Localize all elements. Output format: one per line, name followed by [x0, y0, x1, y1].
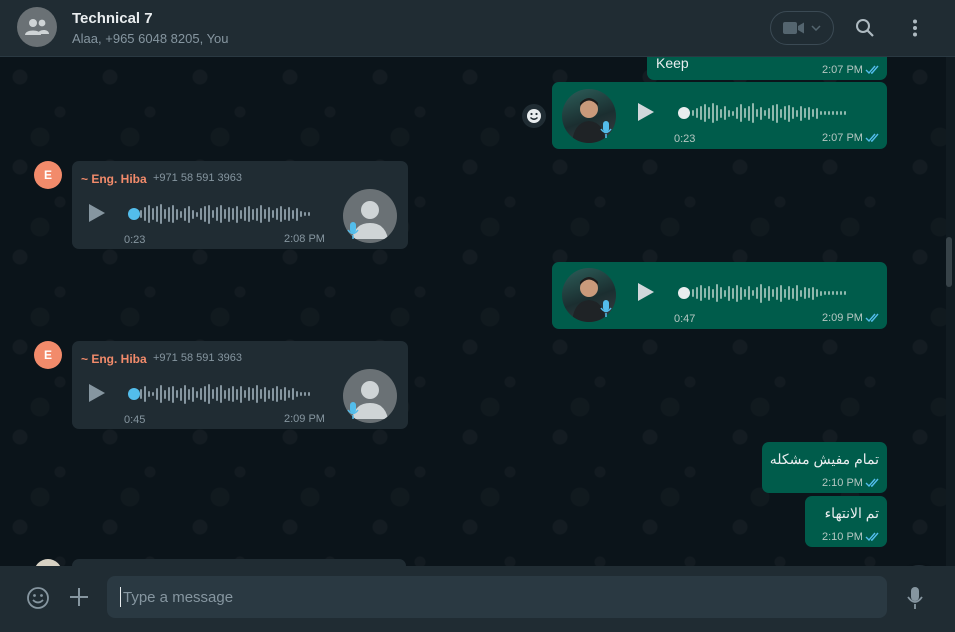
play-icon[interactable] [85, 202, 107, 224]
scrollbar-thumb[interactable] [946, 237, 952, 287]
search-button[interactable] [853, 16, 877, 40]
double-check-icon [865, 313, 879, 323]
menu-icon [913, 19, 917, 37]
chat-title[interactable]: Technical 7 [72, 10, 153, 27]
menu-button[interactable] [903, 16, 927, 40]
message-time: 2:07 PM [822, 132, 863, 144]
mic-icon [347, 222, 359, 239]
message-text: تمام مفيش مشكله [769, 451, 879, 467]
video-call-button[interactable] [770, 11, 834, 45]
playback-position[interactable] [678, 287, 690, 299]
message-time: 2:10 PM [822, 477, 863, 489]
message-input[interactable] [107, 576, 887, 618]
sender-phone: +971 58 591 3963 [153, 172, 243, 184]
playback-position[interactable] [128, 388, 140, 400]
double-check-icon [865, 478, 879, 488]
double-check-icon [865, 65, 879, 75]
message-time: 2:09 PM [822, 312, 863, 324]
waveform[interactable] [140, 202, 310, 226]
waveform[interactable] [692, 281, 846, 305]
play-icon[interactable] [634, 281, 656, 303]
plus-icon [70, 588, 88, 606]
voice-duration: 0:23 [124, 234, 146, 246]
emoji-button[interactable] [25, 585, 51, 611]
sender-phone: +971 58 591 3963 [153, 352, 243, 364]
message-bubble-outgoing[interactable]: Keep 2:07 PM [647, 57, 887, 80]
voice-duration: 0:23 [674, 133, 696, 145]
chat-header: Technical 7 Alaa, +965 6048 8205, You [0, 0, 955, 57]
mic-icon [907, 587, 923, 609]
message-bubble-outgoing[interactable]: تم الانتهاء 2:10 PM [805, 496, 887, 547]
emoji-icon [27, 587, 49, 609]
group-avatar[interactable] [17, 7, 57, 47]
mic-icon [600, 300, 612, 317]
message-time: 2:10 PM [822, 531, 863, 543]
double-check-icon [865, 133, 879, 143]
message-bubble-outgoing[interactable]: تمام مفيش مشكله 2:10 PM [762, 442, 887, 493]
play-icon[interactable] [85, 382, 107, 404]
playback-position[interactable] [128, 208, 140, 220]
group-icon [25, 19, 49, 35]
voice-message-outgoing[interactable]: 0:23 2:07 PM [552, 82, 887, 149]
message-bubble-incoming[interactable] [72, 559, 406, 566]
voice-message-outgoing[interactable]: 0:47 2:09 PM [552, 262, 887, 329]
sender-avatar[interactable] [34, 559, 62, 566]
message-composer [0, 566, 955, 632]
waveform[interactable] [140, 382, 310, 406]
scrollbar[interactable] [946, 57, 955, 566]
message-time: 2:07 PM [822, 64, 863, 76]
chat-participants[interactable]: Alaa, +965 6048 8205, You [72, 31, 229, 46]
playback-position[interactable] [678, 107, 690, 119]
sender-name[interactable]: ~ Eng. Hiba [81, 172, 147, 186]
react-button[interactable] [522, 104, 546, 128]
attach-button[interactable] [67, 585, 91, 609]
mic-icon [600, 121, 612, 138]
video-camera-icon [783, 22, 804, 34]
search-icon [856, 19, 874, 37]
sender-avatar[interactable]: E [34, 161, 62, 189]
message-time: 2:09 PM [284, 413, 325, 425]
voice-record-button[interactable] [903, 585, 927, 611]
sender-avatar[interactable]: E [34, 341, 62, 369]
play-icon[interactable] [634, 101, 656, 123]
message-text: تم الانتهاء [824, 505, 879, 521]
text-caret [120, 587, 121, 607]
double-check-icon [865, 532, 879, 542]
voice-duration: 0:45 [124, 414, 146, 426]
voice-message-incoming[interactable]: ~ Eng. Hiba +971 58 591 3963 [72, 341, 408, 429]
mic-icon [347, 402, 359, 419]
voice-duration: 0:47 [674, 313, 696, 325]
message-time: 2:08 PM [284, 233, 325, 245]
smiley-icon [527, 109, 541, 123]
voice-message-incoming[interactable]: ~ Eng. Hiba +971 58 591 3963 0:23 2:08 P… [72, 161, 408, 249]
message-text: Keep [656, 57, 689, 71]
sender-name[interactable]: ~ Eng. Hiba [81, 352, 147, 366]
waveform[interactable] [692, 101, 846, 125]
message-list[interactable]: Keep 2:07 PM 0:23 2:07 PM E ~ Eng. Hiba … [0, 57, 950, 566]
chevron-down-icon [811, 25, 821, 31]
